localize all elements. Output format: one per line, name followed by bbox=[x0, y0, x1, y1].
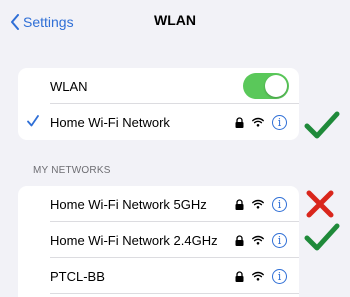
red-x-icon bbox=[306, 190, 334, 218]
wlan-toggle[interactable] bbox=[243, 73, 289, 99]
info-button[interactable]: i bbox=[272, 232, 287, 248]
wlan-label: WLAN bbox=[50, 78, 88, 94]
info-icon: i bbox=[277, 233, 282, 247]
green-checkmark-icon bbox=[304, 111, 340, 139]
green-checkmark-icon bbox=[304, 223, 340, 251]
section-header: MY NETWORKS bbox=[33, 165, 111, 176]
lock-icon bbox=[235, 234, 244, 246]
lock-icon bbox=[235, 198, 244, 210]
wlan-card: WLAN Home Wi-Fi Network i bbox=[18, 68, 299, 140]
network-name: Home Wi-Fi Network 5GHz bbox=[50, 196, 207, 212]
wifi-icon bbox=[252, 271, 264, 281]
wifi-icon bbox=[252, 117, 264, 127]
network-name: PTCL-BB bbox=[50, 268, 105, 284]
toggle-knob bbox=[265, 75, 287, 97]
network-name: Home Wi-Fi Network bbox=[50, 114, 170, 130]
checkmark-icon bbox=[27, 115, 39, 127]
lock-icon bbox=[235, 270, 244, 282]
info-button[interactable]: i bbox=[272, 114, 287, 130]
info-icon: i bbox=[277, 269, 282, 283]
network-row[interactable]: PTCL-BB i bbox=[18, 258, 299, 294]
info-button[interactable]: i bbox=[272, 268, 287, 284]
network-row[interactable]: Home Wi-Fi Network 2.4GHz i bbox=[18, 222, 299, 258]
navigation-bar: Settings WLAN bbox=[0, 0, 350, 44]
network-row[interactable]: Home Wi-Fi Network 5GHz i bbox=[18, 186, 299, 222]
network-name: Home Wi-Fi Network 2.4GHz bbox=[50, 232, 218, 248]
info-icon: i bbox=[277, 197, 282, 211]
info-icon: i bbox=[277, 115, 282, 129]
wifi-icon bbox=[252, 199, 264, 209]
connected-network-row[interactable]: Home Wi-Fi Network i bbox=[18, 104, 299, 140]
info-button[interactable]: i bbox=[272, 196, 287, 212]
page-title: WLAN bbox=[154, 12, 196, 28]
my-networks-card: Home Wi-Fi Network 5GHz i Home Wi-Fi Net… bbox=[18, 186, 299, 297]
lock-icon bbox=[235, 116, 244, 128]
wifi-icon bbox=[252, 235, 264, 245]
wlan-toggle-row: WLAN bbox=[18, 68, 299, 104]
